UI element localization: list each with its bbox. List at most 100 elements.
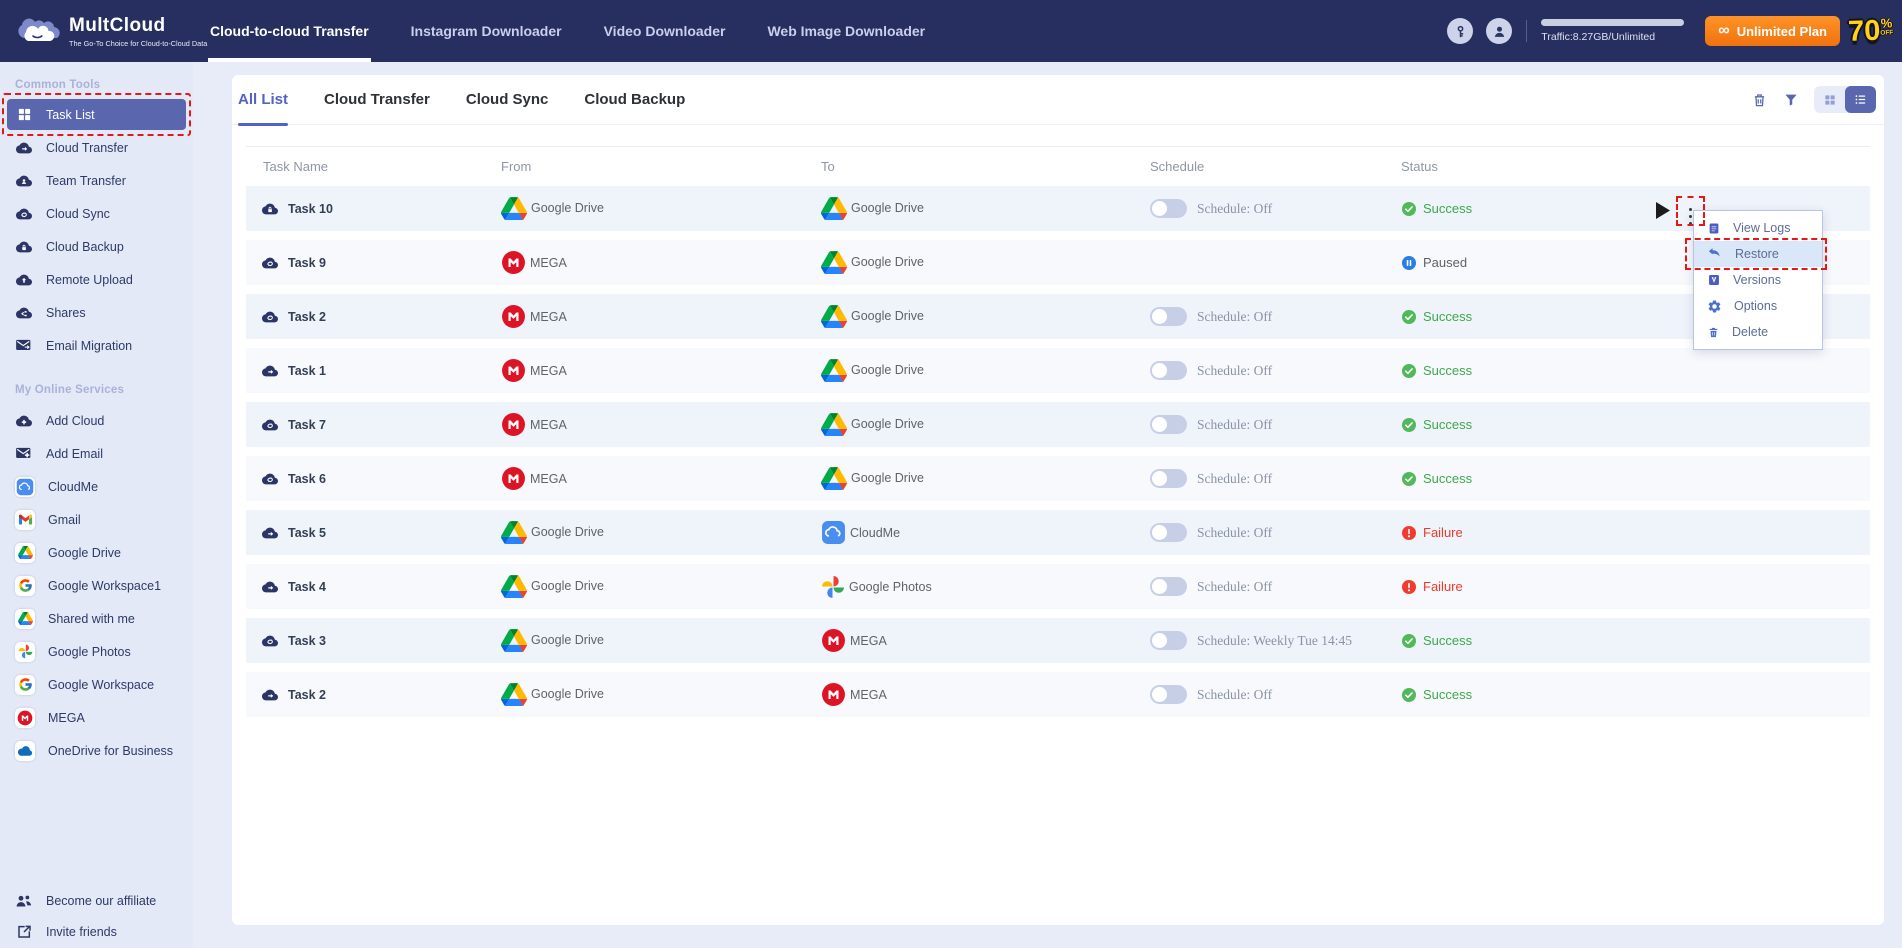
schedule-label: Schedule: Weekly Tue 14:45 <box>1197 632 1353 648</box>
sidebar-item-add-email[interactable]: Add Email <box>0 437 193 470</box>
cloud-transfer-icon <box>15 140 33 156</box>
sidebar-item-remote-upload[interactable]: Remote Upload <box>0 263 193 296</box>
service-label: MEGA <box>850 687 887 702</box>
sidebar-item-google-drive[interactable]: Google Drive <box>0 536 193 569</box>
menu-item-versions[interactable]: Versions <box>1694 267 1822 293</box>
sidebar-item-google-photos[interactable]: Google Photos <box>0 635 193 668</box>
task-name: Task 10 <box>288 201 333 216</box>
menu-item-delete[interactable]: Delete <box>1694 319 1822 345</box>
list-view-button[interactable] <box>1845 86 1876 113</box>
service-label: Google Drive <box>851 255 924 270</box>
status-success-icon <box>1401 687 1417 703</box>
table-row: Task 10 Google Drive Google Drive Schedu… <box>246 186 1870 231</box>
sidebar-item-gmail[interactable]: Gmail <box>0 503 193 536</box>
nav-item-web-image-downloader[interactable]: Web Image Downloader <box>765 0 927 62</box>
mega-icon <box>501 304 526 329</box>
sidebar-item-label: Remote Upload <box>46 272 133 287</box>
mega-icon <box>501 250 526 275</box>
tab-cloud-sync[interactable]: Cloud Sync <box>466 75 549 125</box>
sidebar-item-label: Email Migration <box>46 338 133 353</box>
menu-item-restore[interactable]: Restore <box>1685 238 1827 270</box>
service-label: Google Drive <box>531 525 604 540</box>
google-drive-icon <box>821 250 847 275</box>
sidebar-item-label: Add Email <box>46 446 103 461</box>
tab-all-list[interactable]: All List <box>238 75 289 126</box>
unlimited-plan-button[interactable]: ∞ Unlimited Plan <box>1705 16 1840 46</box>
invite-icon <box>15 924 33 940</box>
schedule-toggle[interactable] <box>1150 415 1187 434</box>
sidebar-item-google-workspace[interactable]: Google Workspace <box>0 668 193 701</box>
nav-item-video-downloader[interactable]: Video Downloader <box>602 0 728 62</box>
sidebar-item-team-transfer[interactable]: Team Transfer <box>0 164 193 197</box>
sidebar-item-label: Shared with me <box>48 611 135 626</box>
task-transfer-icon <box>261 363 279 379</box>
task-table: Task Name From To Schedule Status Task 1… <box>246 146 1870 717</box>
tab-cloud-backup[interactable]: Cloud Backup <box>584 75 685 125</box>
schedule-toggle[interactable] <box>1150 199 1187 218</box>
schedule-toggle[interactable] <box>1150 523 1187 542</box>
sidebar-item-email-migration[interactable]: Email Migration <box>0 329 193 362</box>
menu-item-label: Options <box>1734 299 1778 313</box>
mega-icon <box>501 412 526 437</box>
schedule-toggle[interactable] <box>1150 577 1187 596</box>
sidebar-item-label: MEGA <box>48 710 85 725</box>
sidebar-item-label: Team Transfer <box>46 173 126 188</box>
service-chip <box>15 674 35 695</box>
schedule-toggle[interactable] <box>1150 469 1187 488</box>
column-header-to: To <box>821 159 835 174</box>
menu-item-label: Restore <box>1735 247 1779 261</box>
sidebar-footer-invite-friends[interactable]: Invite friends <box>0 916 193 947</box>
brand-logo[interactable]: MultCloud The Go-To Choice for Cloud-to-… <box>14 11 207 51</box>
schedule-toggle[interactable] <box>1150 361 1187 380</box>
google-drive-icon <box>501 682 527 707</box>
menu-item-view-logs[interactable]: View Logs <box>1694 215 1822 241</box>
sidebar-item-add-cloud[interactable]: Add Cloud <box>0 404 193 437</box>
status-badge: Success <box>1423 363 1473 378</box>
schedule-toggle[interactable] <box>1150 685 1187 704</box>
nav-item-instagram-downloader[interactable]: Instagram Downloader <box>409 0 564 62</box>
schedule-toggle[interactable] <box>1150 631 1187 650</box>
sidebar-item-shares[interactable]: Shares <box>0 296 193 329</box>
service-label: Google Drive <box>851 309 924 324</box>
sidebar-item-cloud-transfer[interactable]: Cloud Transfer <box>0 131 193 164</box>
sidebar-footer-become-our-affiliate[interactable]: Become our affiliate <box>0 885 193 916</box>
sidebar-footer: Become our affiliate Invite friends <box>0 885 193 947</box>
cloudme-icon <box>16 478 34 496</box>
service-label: Google Photos <box>849 579 932 594</box>
sidebar-item-cloud-backup[interactable]: Cloud Backup <box>0 230 193 263</box>
sidebar-item-mega[interactable]: MEGA <box>0 701 193 734</box>
grid-view-icon <box>1823 93 1837 107</box>
infinity-icon: ∞ <box>1718 22 1730 39</box>
status-paused-icon <box>1401 255 1417 271</box>
sidebar-item-cloudme[interactable]: CloudMe <box>0 470 193 503</box>
task-list-icon <box>15 107 33 122</box>
sidebar-item-onedrive-for-business[interactable]: OneDrive for Business <box>0 734 193 767</box>
filter-button[interactable] <box>1783 92 1799 108</box>
sidebar-item-task-list[interactable]: Task List <box>2 93 191 136</box>
column-header-status: Status <box>1401 159 1438 174</box>
password-key-button[interactable] <box>1447 18 1474 44</box>
sidebar-item-cloud-sync[interactable]: Cloud Sync <box>0 197 193 230</box>
task-sync-icon <box>261 633 279 649</box>
run-task-button[interactable] <box>1655 202 1670 224</box>
discount-value: 70 <box>1847 14 1881 48</box>
status-badge: Success <box>1423 309 1473 324</box>
status-success-icon <box>1401 471 1417 487</box>
discount-badge: 70 % OFF <box>1847 14 1896 48</box>
account-button[interactable] <box>1486 18 1513 44</box>
sidebar-item-google-workspace1[interactable]: Google Workspace1 <box>0 569 193 602</box>
tab-label: Cloud Sync <box>465 91 549 108</box>
grid-view-button[interactable] <box>1814 86 1845 113</box>
sidebar-item-shared-with-me[interactable]: Shared with me <box>0 602 193 635</box>
task-sync-icon <box>261 417 279 433</box>
menu-item-options[interactable]: Options <box>1694 293 1822 319</box>
task-sync-icon <box>261 309 279 325</box>
tab-cloud-transfer[interactable]: Cloud Transfer <box>324 75 430 125</box>
nav-item-cloud-to-cloud-transfer[interactable]: Cloud-to-cloud Transfer <box>208 0 371 62</box>
table-row: Task 6 MEGA Google Drive Schedule: Off S… <box>246 456 1870 501</box>
add-email-icon <box>15 446 33 461</box>
key-icon <box>1453 24 1468 39</box>
delete-tasks-button[interactable] <box>1751 91 1768 109</box>
google-photos-icon <box>16 644 34 659</box>
schedule-toggle[interactable] <box>1150 307 1187 326</box>
